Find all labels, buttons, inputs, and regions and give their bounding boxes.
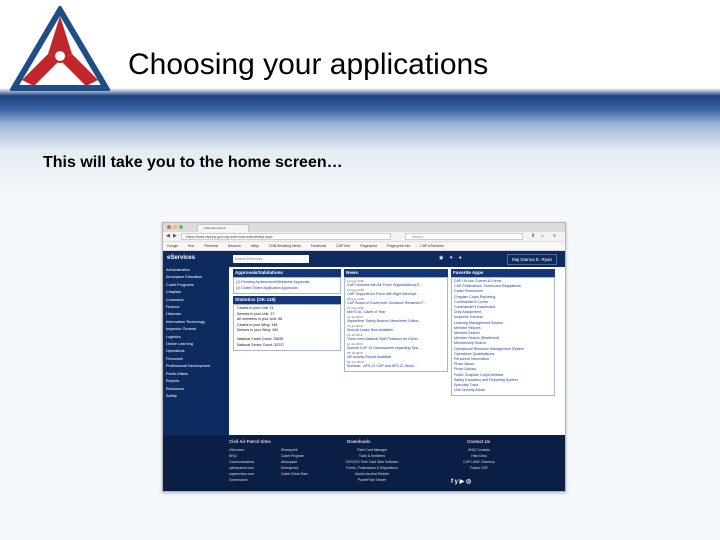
bookmark-item[interactable]: Amazon: [228, 244, 241, 248]
bookmark-item[interactable]: Fingerprint: [360, 244, 377, 248]
footer-contact-list: NHQ Contacts Help Desk CAP-USAF Director…: [453, 447, 505, 471]
browser-screenshot: eServices home ◀ ▶ https://www.capnhq.go…: [162, 222, 566, 492]
user-menu[interactable]: Maj Dianna E. Ryan: [506, 254, 557, 265]
sidebar-item[interactable]: Reports: [163, 378, 229, 385]
left-column: Approvals/Validations (1) Pending Achiev…: [233, 269, 341, 352]
browser-tab[interactable]: eServices home: [197, 224, 249, 232]
statistics-panel: Cadets in your Unit: 21 Seniors in your …: [233, 304, 341, 352]
slide-title: Choosing your applications: [128, 48, 489, 81]
bookmark-item[interactable]: eBay: [251, 244, 259, 248]
home-icon[interactable]: ⌂: [541, 233, 544, 240]
twitter-icon[interactable]: ✦: [449, 255, 453, 261]
sidebar-item[interactable]: Online Learning: [163, 341, 229, 348]
bookmark-item[interactable]: CAP eServices: [420, 244, 443, 248]
cap-propeller-logo: [10, 6, 110, 91]
sidebar-item[interactable]: Administration: [163, 267, 229, 274]
sidebar-item[interactable]: Public Affairs: [163, 371, 229, 378]
statistics-line: Seniors in your Wing: 492: [237, 328, 279, 333]
bookmark-item[interactable]: Box: [188, 244, 194, 248]
notification-icon[interactable]: ♦: [459, 255, 462, 261]
back-arrow-icon[interactable]: ◀: [166, 233, 170, 240]
bookmark-item[interactable]: Facebook: [311, 244, 326, 248]
slide-subtitle: This will take you to the home screen…: [43, 154, 343, 171]
eservices-page: eServices Search eServices ◉ ✦ ♦ Maj Dia…: [163, 251, 565, 491]
bookmarks-bar: Google Box Pinterest Amazon eBay CNN Bre…: [163, 242, 565, 251]
bookmark-item[interactable]: Google: [167, 244, 178, 248]
sidebar-item[interactable]: Personnel: [163, 356, 229, 363]
address-bar[interactable]: https://www.capnhq.gov/cap.eservices.web…: [181, 233, 391, 240]
download-icon[interactable]: ⬇: [531, 233, 535, 240]
approvals-link[interactable]: (0) Cadet Online Application Approvals: [234, 285, 340, 291]
footer-link[interactable]: Follow CAP: [453, 465, 505, 471]
close-window-icon[interactable]: [167, 225, 171, 229]
forward-arrow-icon[interactable]: ▶: [173, 233, 177, 240]
footer-downloads-list: Fleet Card Manager Tools & Emblems CESCS…: [331, 447, 413, 483]
news-column: News 14 Aug 2018 CAP Honored with Air Fo…: [344, 269, 448, 372]
eservices-footer: Civil Air Patrol Sites Downloads Contact…: [163, 435, 565, 491]
footer-downloads-title: Downloads: [347, 439, 371, 444]
footer-sites-title: Civil Air Patrol Sites: [229, 439, 271, 444]
national-count: National Senior Count: 32237: [237, 342, 285, 347]
footer-link[interactable]: Cadet Great Start: [281, 471, 308, 477]
eservices-brand[interactable]: eServices: [167, 255, 195, 261]
eservices-header: eServices Search eServices ◉ ✦ ♦ Maj Dia…: [163, 251, 565, 267]
bookmark-item[interactable]: Fingerprint Info: [387, 244, 411, 248]
sidebar-item[interactable]: Information Technology: [163, 319, 229, 326]
footer-link[interactable]: PowerPoint Viewer: [331, 477, 413, 483]
sidebar-item[interactable]: Operations: [163, 348, 229, 355]
news-panel: 14 Aug 2018 CAP Honored with Air Force O…: [344, 277, 448, 372]
bookmark-item[interactable]: Pinterest: [204, 244, 218, 248]
favorites-header: Favorite Apps: [451, 269, 555, 277]
favorites-panel: CAP On-line Charter & Forms CAP Publicat…: [451, 277, 555, 397]
approvals-panel: (1) Pending Achievement/Milestone Approv…: [233, 277, 341, 294]
sidebar-item[interactable]: Command: [163, 297, 229, 304]
browser-search-input[interactable]: Search: [405, 233, 523, 240]
sidebar-item[interactable]: Cadet Programs: [163, 282, 229, 289]
footer-link[interactable]: Governance: [229, 477, 254, 483]
social-icons[interactable]: f y ▶ ◎: [451, 478, 471, 485]
favorite-app-link[interactable]: Unit Security Admin: [452, 388, 554, 393]
sidebar-item[interactable]: Historian: [163, 311, 229, 318]
footer-sites-list: eServices NHQ Communications cyberpatrio…: [229, 447, 254, 483]
sidebar-item[interactable]: Finance: [163, 304, 229, 311]
footer-contact-title: Contact Us: [467, 439, 491, 444]
sidebar-item[interactable]: Professional Development: [163, 363, 229, 370]
minimize-window-icon[interactable]: [173, 225, 177, 229]
statistics-header: Statistics (OK-115): [233, 296, 341, 304]
bookmark-item[interactable]: CAP Info: [336, 244, 350, 248]
bookmark-item[interactable]: CNN Breaking News: [269, 244, 301, 248]
menu-icon[interactable]: ≡: [553, 233, 556, 240]
rss-icon[interactable]: ◉: [439, 255, 443, 261]
news-link[interactable]: Summer...AFS-21 CAP and AFS-21 Wonk...: [345, 364, 447, 369]
eservices-search-input[interactable]: Search eServices: [233, 255, 309, 263]
favorites-column: Favorite Apps CAP On-line Charter & Form…: [451, 269, 555, 397]
browser-toolbar: ◀ ▶ https://www.capnhq.gov/cap.eservices…: [163, 232, 565, 242]
sidebar-item[interactable]: Logistics: [163, 334, 229, 341]
sidebar-item[interactable]: Resources: [163, 386, 229, 393]
browser-tab-bar: eServices home: [163, 223, 565, 232]
sidebar-menu: Administration Aerospace Education Cadet…: [163, 267, 229, 435]
sidebar-item[interactable]: Inspector General: [163, 326, 229, 333]
footer-sites-list: Sharepoint Cadet Program Aerospace Emerg…: [281, 447, 308, 477]
sidebar-item[interactable]: Safety: [163, 393, 229, 400]
maximize-window-icon[interactable]: [179, 225, 183, 229]
sidebar-item[interactable]: Chaplain: [163, 289, 229, 296]
sidebar-item[interactable]: Aerospace Education: [163, 274, 229, 281]
approvals-header: Approvals/Validations: [233, 269, 341, 277]
news-header: News: [344, 269, 448, 277]
